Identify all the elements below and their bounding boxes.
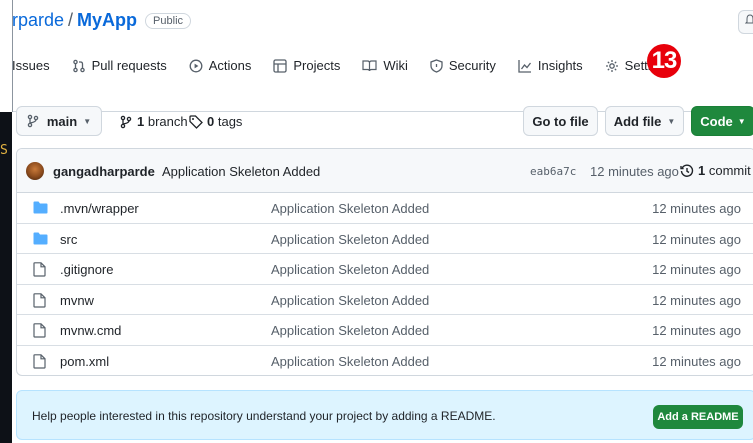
file-name-link[interactable]: .mvn/wrapper [60, 201, 139, 216]
nav-label-pull-requests: Pull requests [91, 58, 167, 73]
file-time: 12 minutes ago [652, 292, 741, 308]
commit-message-link[interactable]: Application Skeleton Added [162, 164, 320, 179]
table-row[interactable]: mvnw.cmd Application Skeleton Added 12 m… [17, 315, 753, 346]
code-button[interactable]: Code ▼ [691, 106, 753, 136]
add-file-button[interactable]: Add file ▼ [605, 106, 684, 136]
tab-security[interactable]: Security [430, 58, 496, 73]
commit-history-link[interactable]: 1 commit [680, 163, 751, 178]
watch-button[interactable] [738, 10, 753, 34]
repo-nav: Issues Pull requests Actions Projects Wi… [12, 58, 694, 73]
terminal-strip [0, 112, 12, 443]
commit-count-value: 1 [698, 163, 706, 178]
latest-commit-bar: gangadharparde Application Skeleton Adde… [17, 149, 753, 193]
gear-icon [605, 59, 618, 72]
file-list: gangadharparde Application Skeleton Adde… [16, 148, 753, 376]
nav-label-security: Security [448, 58, 496, 73]
play-icon [189, 59, 203, 72]
folder-icon [33, 232, 48, 245]
file-commit-link[interactable]: Application Skeleton Added [271, 201, 429, 216]
commit-author-link[interactable]: gangadharparde [53, 164, 155, 179]
file-icon [33, 323, 46, 338]
repo-title: rparde / MyApp Public [12, 10, 192, 31]
file-commit-link[interactable]: Application Skeleton Added [271, 293, 429, 308]
file-time: 12 minutes ago [652, 231, 741, 247]
repo-name-link[interactable]: MyApp [77, 10, 137, 31]
tab-insights[interactable]: Insights [518, 58, 583, 73]
book-icon [362, 59, 377, 71]
tag-icon [189, 114, 203, 129]
branch-count-link[interactable]: 1 branch [120, 114, 188, 129]
folder-icon [33, 201, 48, 214]
nav-label-projects: Projects [293, 58, 341, 73]
nav-label-wiki: Wiki [383, 58, 408, 73]
code-label: Code [700, 113, 733, 129]
add-file-label: Add file [613, 113, 662, 129]
file-name-link[interactable]: mvnw [60, 293, 94, 308]
commit-time: 12 minutes ago [590, 164, 679, 179]
readme-banner: Help people interested in this repositor… [16, 390, 753, 440]
tab-pull-requests[interactable]: Pull requests [72, 58, 167, 73]
add-readme-button[interactable]: Add a README [653, 405, 743, 429]
file-icon [33, 354, 46, 369]
tab-wiki[interactable]: Wiki [362, 58, 408, 73]
file-commit-link[interactable]: Application Skeleton Added [271, 232, 429, 247]
file-name-link[interactable]: src [60, 232, 77, 247]
chevron-down-icon: ▼ [737, 116, 746, 126]
visibility-badge: Public [145, 12, 192, 29]
shield-icon [430, 58, 443, 73]
branch-icon [27, 114, 39, 128]
tag-count-value: 0 [207, 114, 215, 129]
annotation-number-badge: 13 [647, 44, 681, 78]
file-name-link[interactable]: mvnw.cmd [60, 323, 121, 338]
file-commit-link[interactable]: Application Skeleton Added [271, 323, 429, 338]
table-row[interactable]: mvnw Application Skeleton Added 12 minut… [17, 285, 753, 316]
chevron-down-icon: ▼ [667, 116, 676, 126]
file-time: 12 minutes ago [652, 353, 741, 369]
branch-name: main [46, 113, 78, 129]
file-commit-link[interactable]: Application Skeleton Added [271, 262, 429, 277]
nav-label-insights: Insights [537, 58, 583, 73]
file-time: 12 minutes ago [652, 323, 741, 339]
nav-label-issues: Issues [12, 58, 50, 73]
table-row[interactable]: pom.xml Application Skeleton Added 12 mi… [17, 346, 753, 375]
bell-icon [744, 14, 753, 24]
terminal-char: S [0, 143, 8, 158]
branch-select-button[interactable]: main ▼ [16, 106, 102, 136]
tag-count-label: tags [217, 114, 243, 129]
file-icon [33, 262, 46, 277]
readme-hint-text: Help people interested in this repositor… [32, 409, 496, 423]
commit-count-label: commit [708, 163, 751, 178]
table-row[interactable]: .gitignore Application Skeleton Added 12… [17, 254, 753, 285]
commit-hash-link[interactable]: eab6a7c [530, 165, 576, 178]
chevron-down-icon: ▼ [83, 116, 92, 126]
branch-count-label: branch [147, 114, 188, 129]
tab-projects[interactable]: Projects [273, 58, 340, 73]
nav-label-actions: Actions [208, 58, 252, 73]
history-icon [680, 164, 694, 177]
tag-count-link[interactable]: 0 tags [189, 114, 242, 129]
repo-owner-link[interactable]: rparde [12, 10, 64, 31]
tab-issues[interactable]: Issues [12, 58, 50, 73]
file-time: 12 minutes ago [652, 262, 741, 278]
tab-actions[interactable]: Actions [189, 58, 252, 73]
table-icon [273, 58, 288, 73]
branch-count-value: 1 [137, 114, 145, 129]
file-time: 12 minutes ago [652, 201, 741, 216]
file-name-link[interactable]: pom.xml [60, 354, 109, 369]
table-row[interactable]: .mvn/wrapper Application Skeleton Added … [17, 193, 753, 224]
file-name-link[interactable]: .gitignore [60, 262, 113, 277]
graph-icon [518, 59, 531, 73]
file-icon [33, 292, 46, 308]
pull-request-icon [72, 59, 85, 72]
go-to-file-button[interactable]: Go to file [523, 106, 598, 136]
table-row[interactable]: src Application Skeleton Added 12 minute… [17, 224, 753, 255]
repo-separator: / [68, 10, 74, 30]
branch-icon [120, 115, 132, 128]
left-window-edge: S [0, 0, 12, 443]
avatar[interactable] [26, 162, 44, 180]
file-commit-link[interactable]: Application Skeleton Added [271, 354, 429, 369]
